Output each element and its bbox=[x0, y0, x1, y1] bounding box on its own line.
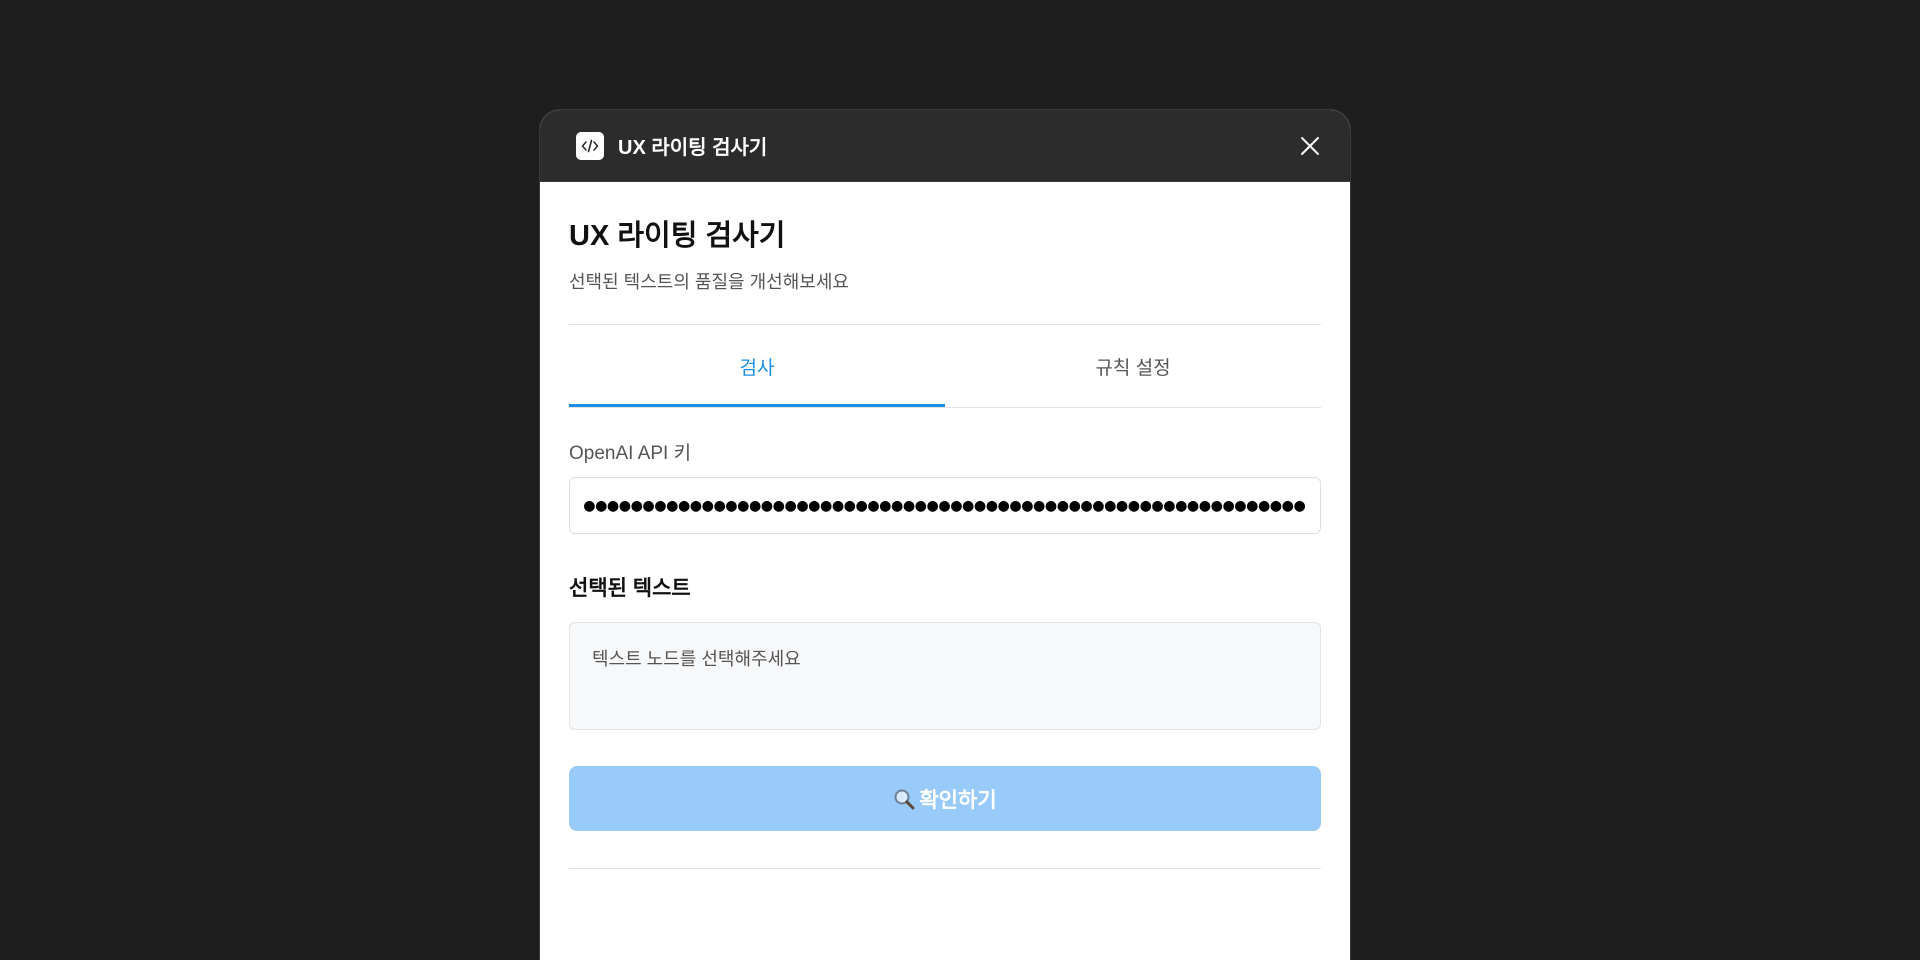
tab-rule-settings[interactable]: 규칙 설정 bbox=[945, 351, 1321, 407]
code-icon bbox=[576, 131, 604, 160]
bottom-divider bbox=[569, 868, 1321, 869]
page-title: UX 라이팅 검사기 bbox=[569, 220, 786, 252]
window-title: UX 라이팅 검사기 bbox=[618, 137, 768, 159]
selected-text-box: 텍스트 노드를 선택해주세요 bbox=[569, 622, 1321, 730]
selected-text-placeholder: 텍스트 노드를 선택해주세요 bbox=[592, 649, 801, 669]
tab-inspect[interactable]: 검사 bbox=[569, 351, 945, 407]
tab-bar: 검사 규칙 설정 bbox=[569, 351, 1321, 408]
plugin-window: UX 라이팅 검사기 UX 라이팅 검사기 선택된 텍스트의 품질을 개선해보세… bbox=[540, 110, 1350, 960]
page-subtitle: 선택된 텍스트의 품질을 개선해보세요 bbox=[569, 272, 849, 292]
magnifier-icon bbox=[893, 788, 915, 810]
close-icon bbox=[1301, 136, 1319, 155]
confirm-button-label: 확인하기 bbox=[919, 788, 997, 812]
api-key-label: OpenAI API 키 bbox=[569, 443, 692, 464]
confirm-button[interactable]: 확인하기 bbox=[569, 766, 1321, 831]
close-button[interactable] bbox=[1290, 126, 1330, 166]
plugin-content: UX 라이팅 검사기 선택된 텍스트의 품질을 개선해보세요 검사 규칙 설정 … bbox=[540, 182, 1350, 869]
api-key-input[interactable] bbox=[569, 477, 1321, 534]
header-divider bbox=[569, 324, 1321, 325]
window-titlebar: UX 라이팅 검사기 bbox=[540, 110, 1350, 182]
selected-text-title: 선택된 텍스트 bbox=[569, 577, 691, 600]
